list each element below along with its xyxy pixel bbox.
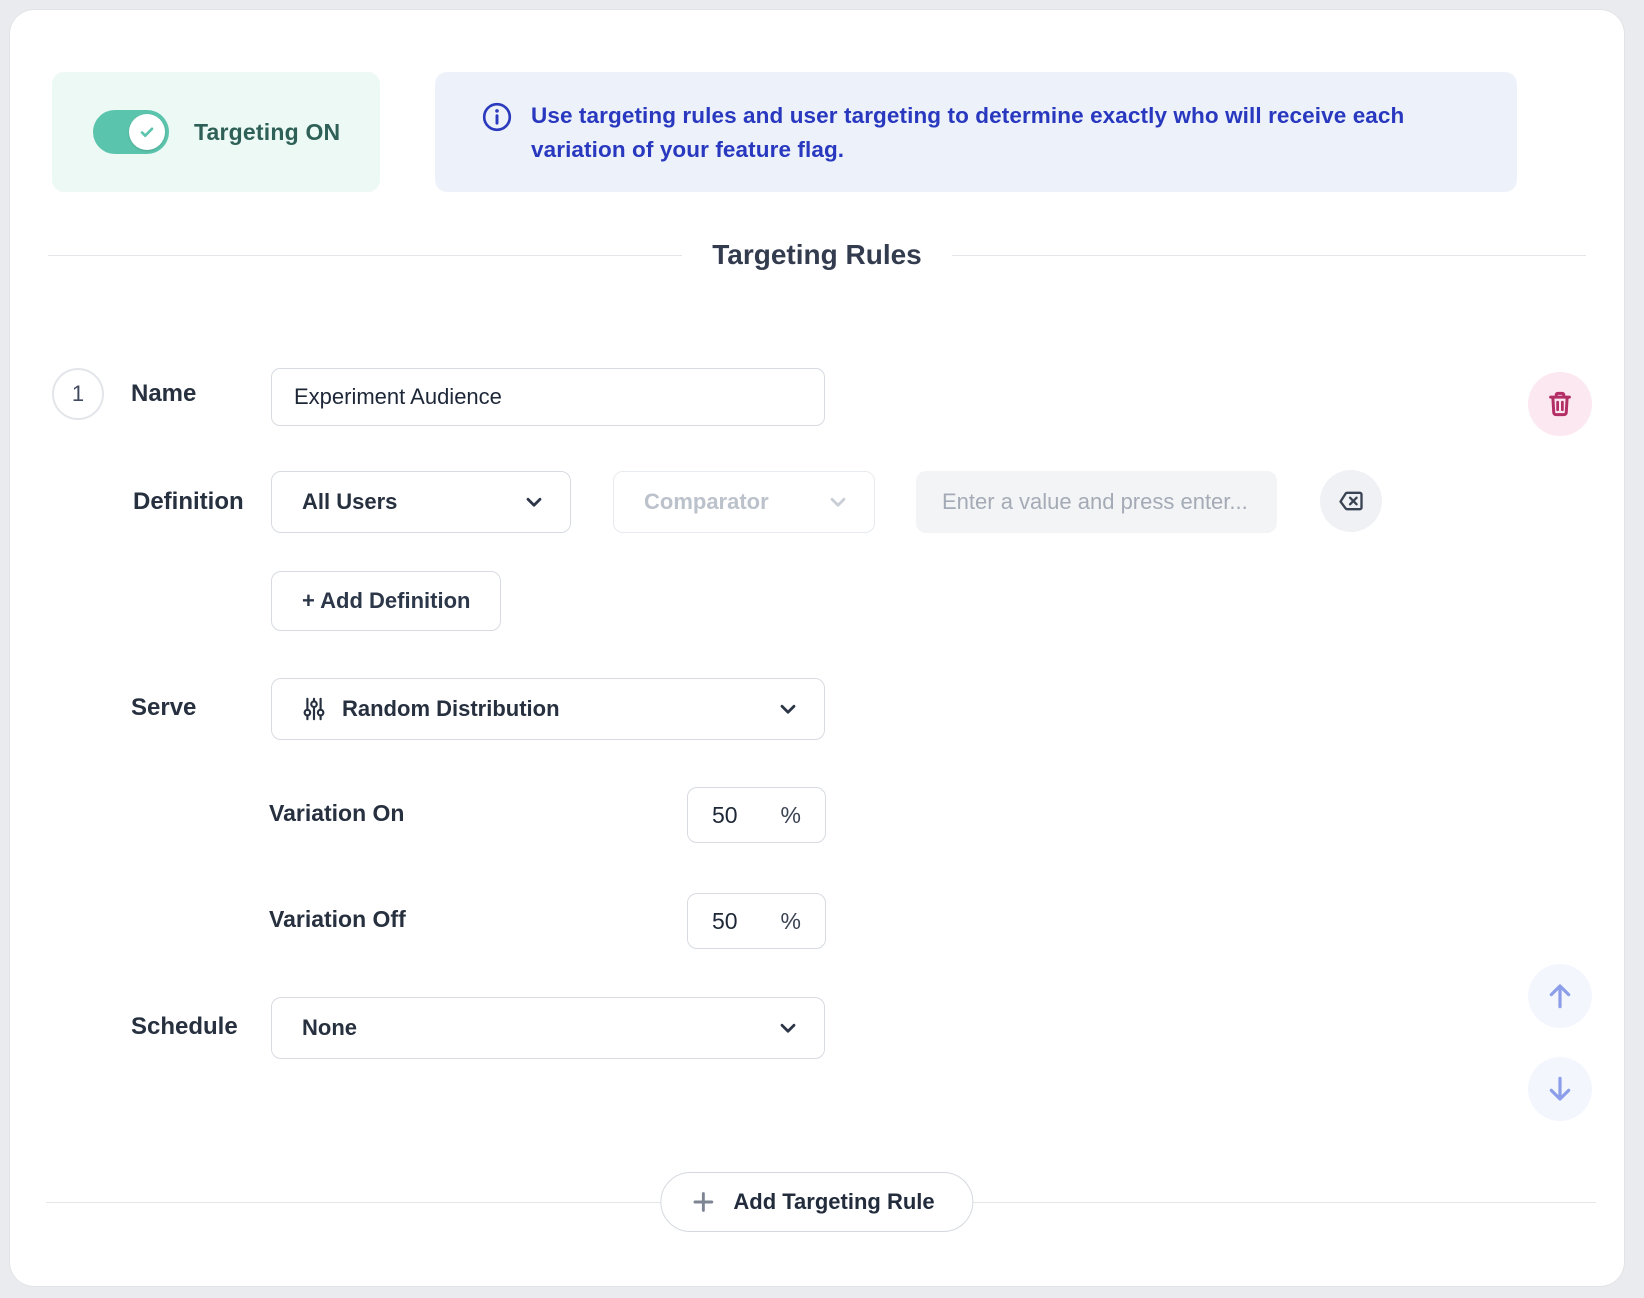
sliders-icon (302, 697, 326, 721)
serve-select[interactable]: Random Distribution (271, 678, 825, 740)
definition-value-input[interactable] (916, 471, 1277, 533)
move-rule-up-button[interactable] (1528, 964, 1592, 1028)
clear-definition-button[interactable] (1320, 470, 1382, 532)
info-banner-text: Use targeting rules and user targeting t… (531, 99, 1461, 167)
serve-select-value: Random Distribution (342, 696, 778, 722)
delete-rule-button[interactable] (1528, 372, 1592, 436)
schedule-select-value: None (302, 1015, 778, 1041)
schedule-select[interactable]: None (271, 997, 825, 1059)
variation-off-input[interactable]: 50 % (687, 893, 826, 949)
comparator-select-placeholder: Comparator (644, 489, 828, 515)
comparator-select[interactable]: Comparator (613, 471, 875, 533)
divider-line-left (48, 255, 682, 256)
targeting-panel: Targeting ON Use targeting rules and use… (10, 10, 1624, 1286)
arrow-up-icon (1544, 980, 1576, 1012)
percent-sign: % (781, 908, 801, 935)
info-banner: Use targeting rules and user targeting t… (435, 72, 1517, 192)
chevron-down-icon (778, 1018, 798, 1038)
variation-on-input[interactable]: 50 % (687, 787, 826, 843)
move-rule-down-button[interactable] (1528, 1057, 1592, 1121)
percent-sign: % (781, 802, 801, 829)
targeting-toggle-label: Targeting ON (194, 119, 340, 146)
schedule-label: Schedule (131, 1013, 238, 1041)
backspace-icon (1337, 487, 1365, 515)
rule-name-input[interactable] (271, 368, 825, 426)
plus-icon (691, 1190, 715, 1214)
add-targeting-rule-label: Add Targeting Rule (733, 1189, 934, 1215)
targeting-toggle-panel: Targeting ON (52, 72, 380, 192)
info-icon (481, 101, 513, 138)
section-title: Targeting Rules (682, 239, 952, 271)
serve-label: Serve (131, 694, 196, 722)
toggle-knob (129, 114, 165, 150)
name-label: Name (131, 380, 196, 408)
arrow-down-icon (1544, 1073, 1576, 1105)
definition-label: Definition (133, 488, 244, 516)
divider-line-right (952, 255, 1586, 256)
add-definition-button[interactable]: + Add Definition (271, 571, 501, 631)
audience-select-value: All Users (302, 489, 524, 515)
chevron-down-icon (828, 492, 848, 512)
variation-off-value: 50 (712, 908, 738, 935)
trash-icon (1545, 389, 1575, 419)
targeting-toggle[interactable] (93, 110, 169, 154)
add-targeting-rule-button[interactable]: Add Targeting Rule (660, 1172, 973, 1232)
rule-number-badge: 1 (52, 368, 104, 420)
chevron-down-icon (778, 699, 798, 719)
check-icon (137, 122, 157, 142)
chevron-down-icon (524, 492, 544, 512)
variation-on-label: Variation On (269, 800, 404, 827)
variation-off-label: Variation Off (269, 906, 406, 933)
targeting-rules-divider: Targeting Rules (48, 235, 1586, 275)
audience-select[interactable]: All Users (271, 471, 571, 533)
variation-on-value: 50 (712, 802, 738, 829)
